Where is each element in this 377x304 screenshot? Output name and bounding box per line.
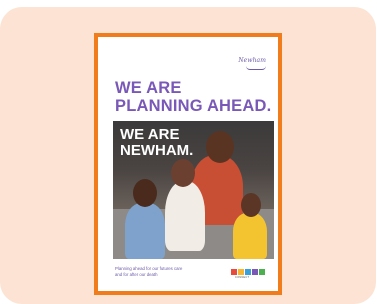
girl-head [241,193,261,217]
poster-card: Newham WE ARE PLANNING AHEAD. WE ARE NEW… [0,7,376,304]
campaign-poster[interactable]: Newham WE ARE PLANNING AHEAD. WE ARE NEW… [94,33,282,295]
footer-line-2: and for after our death [115,272,158,277]
mother-head [171,159,195,187]
headline-line-2: PLANNING AHEAD. [115,97,272,115]
family-photo: WE ARE NEWHAM. [113,121,274,259]
badge-block-red [231,269,237,275]
newham-logo: Newham [238,57,266,64]
partner-logo-badge: CONNECT [231,266,265,280]
badge-blocks [231,269,265,275]
boy-figure [125,203,165,259]
overlay-line-1: WE ARE [120,126,180,143]
badge-block-yellow [238,269,244,275]
photo-overlay-text: WE ARE NEWHAM. [120,127,193,159]
badge-block-green [259,269,265,275]
mother-figure [165,181,205,251]
father-head [206,131,234,163]
boy-head [133,179,157,207]
badge-block-purple [252,269,258,275]
poster-headline: WE ARE PLANNING AHEAD. [115,79,271,115]
girl-figure [233,213,267,259]
badge-block-blue [245,269,251,275]
logo-swash-icon [246,66,266,70]
badge-caption: CONNECT [235,276,250,279]
poster-footer-text: Planning ahead for our futures care and … [115,266,182,278]
headline-line-1: WE ARE [115,79,182,97]
overlay-line-2: NEWHAM. [120,142,194,159]
